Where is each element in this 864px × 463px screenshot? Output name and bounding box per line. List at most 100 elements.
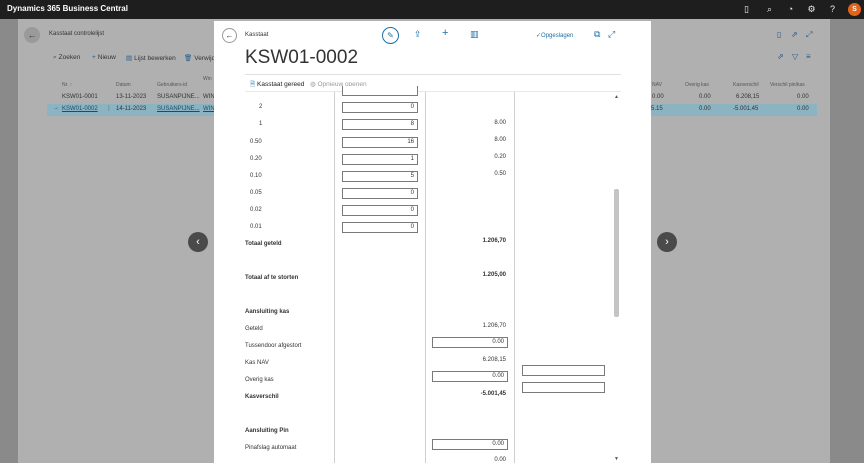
scroll-up-icon[interactable]: ▲ <box>614 94 619 100</box>
denom-amount: 0.50 <box>494 171 506 177</box>
overig-kas-input[interactable]: 0.00 <box>432 371 508 382</box>
open-new-window-icon[interactable]: ⧉ <box>594 29 600 40</box>
edit-list-button[interactable]: ▤ Lijst bewerken <box>126 54 176 62</box>
bookmark-icon[interactable]: ▯ <box>777 30 781 39</box>
denom-count-input[interactable]: 1 <box>342 154 418 165</box>
share-icon[interactable]: ⇗ <box>777 52 784 61</box>
filter-icon[interactable]: ▽ <box>792 52 798 61</box>
list-icon[interactable]: ≡ <box>806 52 811 61</box>
kas-nav-label: Kas NAV <box>245 360 269 366</box>
denom-count-input[interactable]: 5 <box>342 171 418 182</box>
back-arrow-icon[interactable]: ← <box>222 28 237 43</box>
column-divider <box>514 92 515 463</box>
row-0-overig: 0.00 <box>699 94 711 100</box>
share-icon[interactable]: ⇗ <box>791 30 798 39</box>
row-1-nav: 5.15 <box>651 106 663 112</box>
col-header-nr[interactable]: Nr. ↑ <box>62 82 72 88</box>
row-0-gebruiker: SUSANPIJNE... <box>157 94 200 100</box>
kasstaat-dialog: ← Kasstaat ✎ ⇪ + ▥ ✓Opgeslagen ⧉ ⤢ KSW01… <box>214 21 651 463</box>
denom-count-input[interactable]: 0 <box>342 205 418 216</box>
row-1-gebruiker[interactable]: SUSANPIJNE... <box>157 106 200 112</box>
dialog-breadcrumb: Kasstaat <box>245 32 269 38</box>
scrollbar-thumb[interactable] <box>614 189 619 317</box>
expand-icon[interactable]: ⤢ <box>806 30 812 40</box>
plus-icon: + <box>92 54 96 61</box>
totaal-af-value: 1.205,00 <box>482 272 506 278</box>
kasstaat-gereed-button[interactable]: 🗎 Kasstaat gereed <box>250 80 304 91</box>
row-menu-icon[interactable]: ⋮ <box>106 105 112 112</box>
delete-button[interactable]: 🗑 Verwijd <box>184 54 215 62</box>
col-header-kasverschil[interactable]: Kasverschil <box>733 82 759 88</box>
row-0-kasverschil: 6.208,15 <box>736 94 760 100</box>
tussendoor-input[interactable]: 0.00 <box>432 337 508 348</box>
extra-input-2[interactable] <box>522 382 605 393</box>
row-0-win: WIN <box>203 94 215 100</box>
row-pointer-icon: → <box>53 105 59 111</box>
saved-status: ✓Opgeslagen <box>536 33 574 39</box>
edit-pencil-icon[interactable]: ✎ <box>382 27 399 44</box>
delete-icon[interactable]: ▥ <box>470 29 479 40</box>
denom-amount: 8.00 <box>494 137 506 143</box>
denom-count-input[interactable]: 8 <box>342 119 418 130</box>
help-icon[interactable]: ? <box>826 3 839 16</box>
previous-record-icon[interactable]: ‹ <box>188 232 208 252</box>
denom-label: 0.01 <box>250 224 262 230</box>
pinafslag-input[interactable]: 0.00 <box>432 439 508 450</box>
back-arrow-icon[interactable]: ← <box>24 27 40 43</box>
totaal-geteld-label: Totaal geteld <box>245 241 282 247</box>
page-title: KSW01-0002 <box>245 47 359 68</box>
row-1-verschil-pin: 0.00 <box>797 106 809 112</box>
bell-icon[interactable]: ◔ <box>784 3 797 16</box>
row-0-datum: 13-11-2023 <box>116 94 147 100</box>
aansluiting-kas-heading: Aansluiting kas <box>245 309 290 315</box>
row-0-verschil-pin: 0.00 <box>797 94 809 100</box>
new-button[interactable]: + Nieuw <box>92 54 116 61</box>
expand-icon[interactable]: ⤢ <box>608 29 615 40</box>
app-brand[interactable]: Dynamics 365 Business Central <box>7 4 128 13</box>
col-header-nav[interactable]: NAV <box>652 82 662 88</box>
row-1-datum: 14-11-2023 <box>116 106 147 112</box>
search-button[interactable]: ⌕ Zoeken <box>53 54 80 62</box>
denom-label: 0.50 <box>250 139 262 145</box>
geteld-value: 1.206,70 <box>482 323 506 329</box>
extra-input-1[interactable] <box>522 365 605 376</box>
denom-label: 0.10 <box>250 173 262 179</box>
col-header-verschil-pin[interactable]: Verschil pin/kas <box>770 82 805 88</box>
kas-nav-value: 6.208,15 <box>482 357 506 363</box>
tussendoor-label: Tussendoor afgestort <box>245 343 302 349</box>
col-header-overig[interactable]: Overig kas <box>685 82 709 88</box>
scroll-down-icon[interactable]: ▼ <box>614 456 619 462</box>
totaal-geteld-value: 1.206,70 <box>482 238 506 244</box>
search-icon[interactable]: ⌕ <box>763 3 776 16</box>
add-icon[interactable]: + <box>442 27 448 39</box>
denom-label: 0.05 <box>250 190 262 196</box>
denom-count-input[interactable]: 0 <box>342 222 418 233</box>
denom-amount: 8.00 <box>494 120 506 126</box>
row-1-win[interactable]: WIN <box>203 106 215 112</box>
next-record-icon[interactable]: › <box>657 232 677 252</box>
col-header-win[interactable]: Win <box>203 76 212 82</box>
pinafslag-label: Pinafslag automaat <box>245 445 297 451</box>
count-input-partial[interactable] <box>342 86 418 96</box>
document-check-icon: 🗎 <box>250 81 256 88</box>
gear-icon[interactable]: ⚙ <box>805 3 818 16</box>
col-header-gebruiker[interactable]: Gebruikers-id <box>157 82 187 88</box>
avatar[interactable]: S <box>848 3 861 16</box>
geteld-label: Geteld <box>245 326 263 332</box>
action-bar-divider <box>245 74 621 75</box>
document-icon[interactable]: ▯ <box>740 3 753 16</box>
row-1-nr[interactable]: KSW01-0002 <box>62 106 98 112</box>
denom-count-input[interactable]: 0 <box>342 188 418 199</box>
denom-label: 0.02 <box>250 207 262 213</box>
denom-label: 0.20 <box>250 156 262 162</box>
action-bar-bottom-divider <box>245 91 621 92</box>
col-header-datum[interactable]: Datum <box>116 82 131 88</box>
denom-count-input[interactable]: 0 <box>342 102 418 113</box>
share-icon[interactable]: ⇪ <box>414 29 422 40</box>
denom-label: 2 <box>259 104 263 110</box>
search-icon: ⌕ <box>53 54 57 61</box>
top-bar: Dynamics 365 Business Central ▯ ⌕ ◔ ⚙ ? … <box>0 0 864 19</box>
row-0-nr[interactable]: KSW01-0001 <box>62 94 98 100</box>
denom-count-input[interactable]: 16 <box>342 137 418 148</box>
aansluiting-pin-heading: Aansluiting Pin <box>245 428 289 434</box>
